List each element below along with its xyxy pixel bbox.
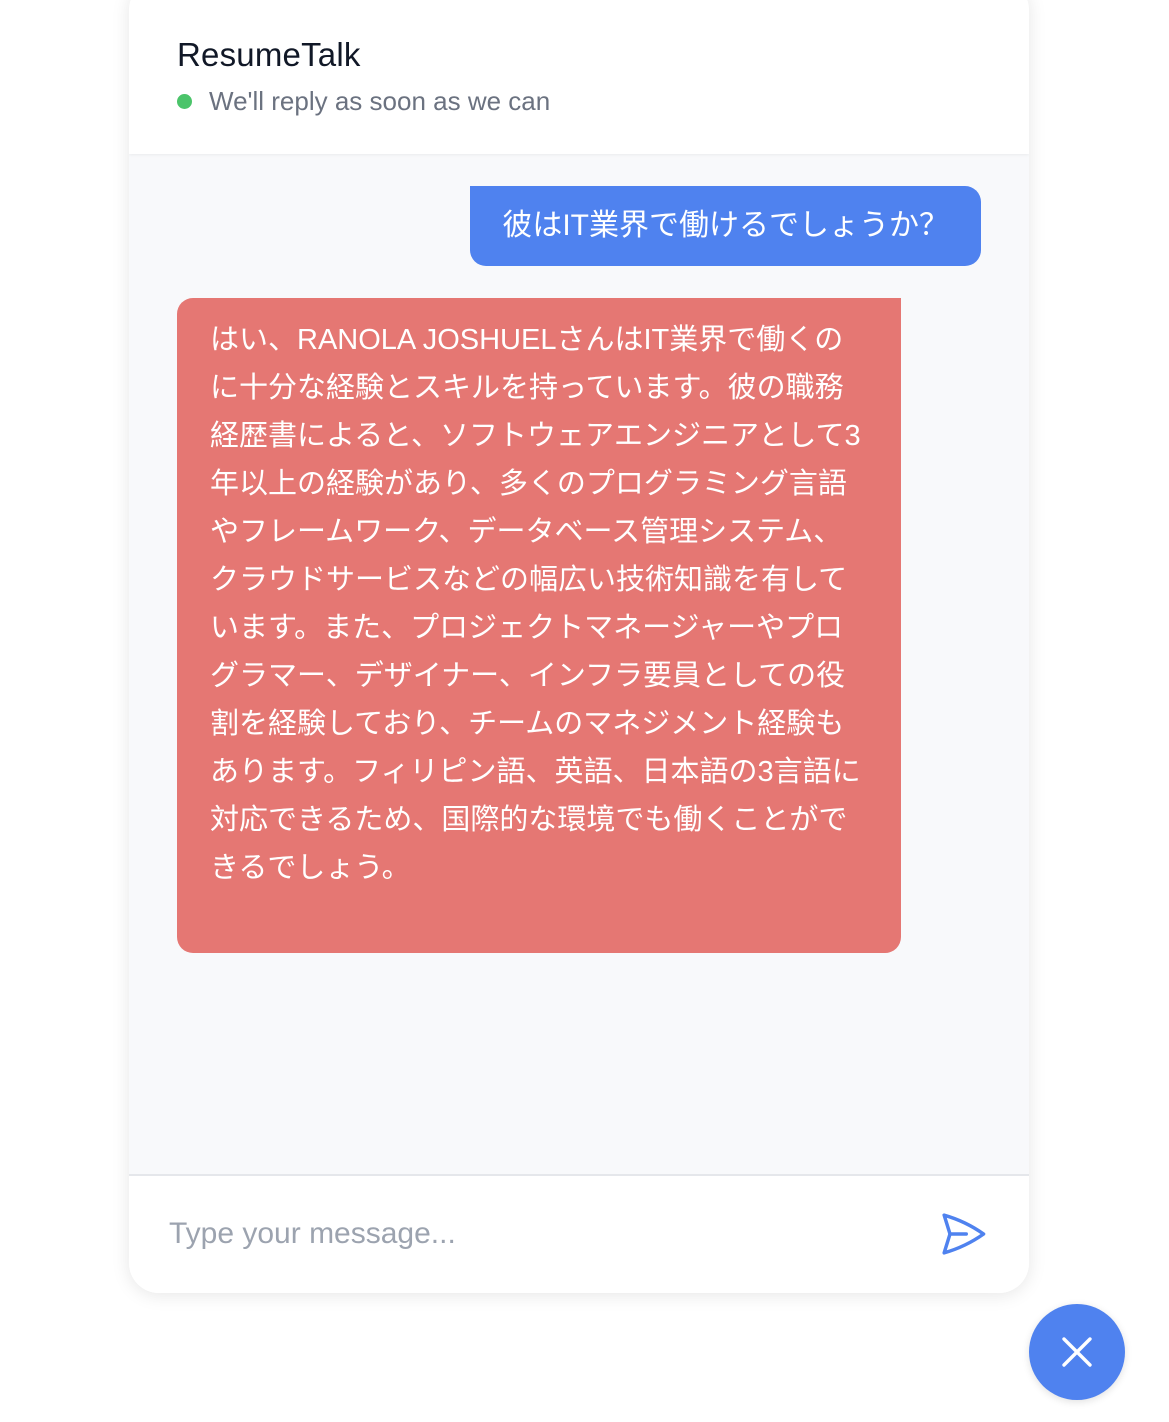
close-icon bbox=[1062, 1337, 1092, 1367]
user-message-bubble: 彼はIT業界で働けるでしょうか？ bbox=[470, 186, 981, 266]
message-input[interactable] bbox=[169, 1204, 909, 1264]
message-input-bar bbox=[129, 1174, 1029, 1293]
chat-widget: ResumeTalk We'll reply as soon as we can… bbox=[129, 0, 1029, 1293]
status-row: We'll reply as soon as we can bbox=[177, 86, 550, 117]
chat-header: ResumeTalk We'll reply as soon as we can bbox=[129, 0, 1029, 154]
status-text: We'll reply as soon as we can bbox=[209, 86, 551, 116]
messages-area[interactable]: 彼はIT業界で働けるでしょうか？ はい、RANOLA JOSHUELさんはIT業… bbox=[129, 154, 1029, 1174]
chat-title: ResumeTalk bbox=[177, 36, 361, 73]
paper-plane-icon bbox=[942, 1213, 986, 1255]
online-status-dot bbox=[177, 94, 192, 109]
bot-message-bubble: はい、RANOLA JOSHUELさんはIT業界で働くのに十分な経験とスキルを持… bbox=[177, 298, 901, 953]
send-button[interactable] bbox=[937, 1208, 989, 1260]
close-chat-button[interactable] bbox=[1029, 1304, 1125, 1400]
